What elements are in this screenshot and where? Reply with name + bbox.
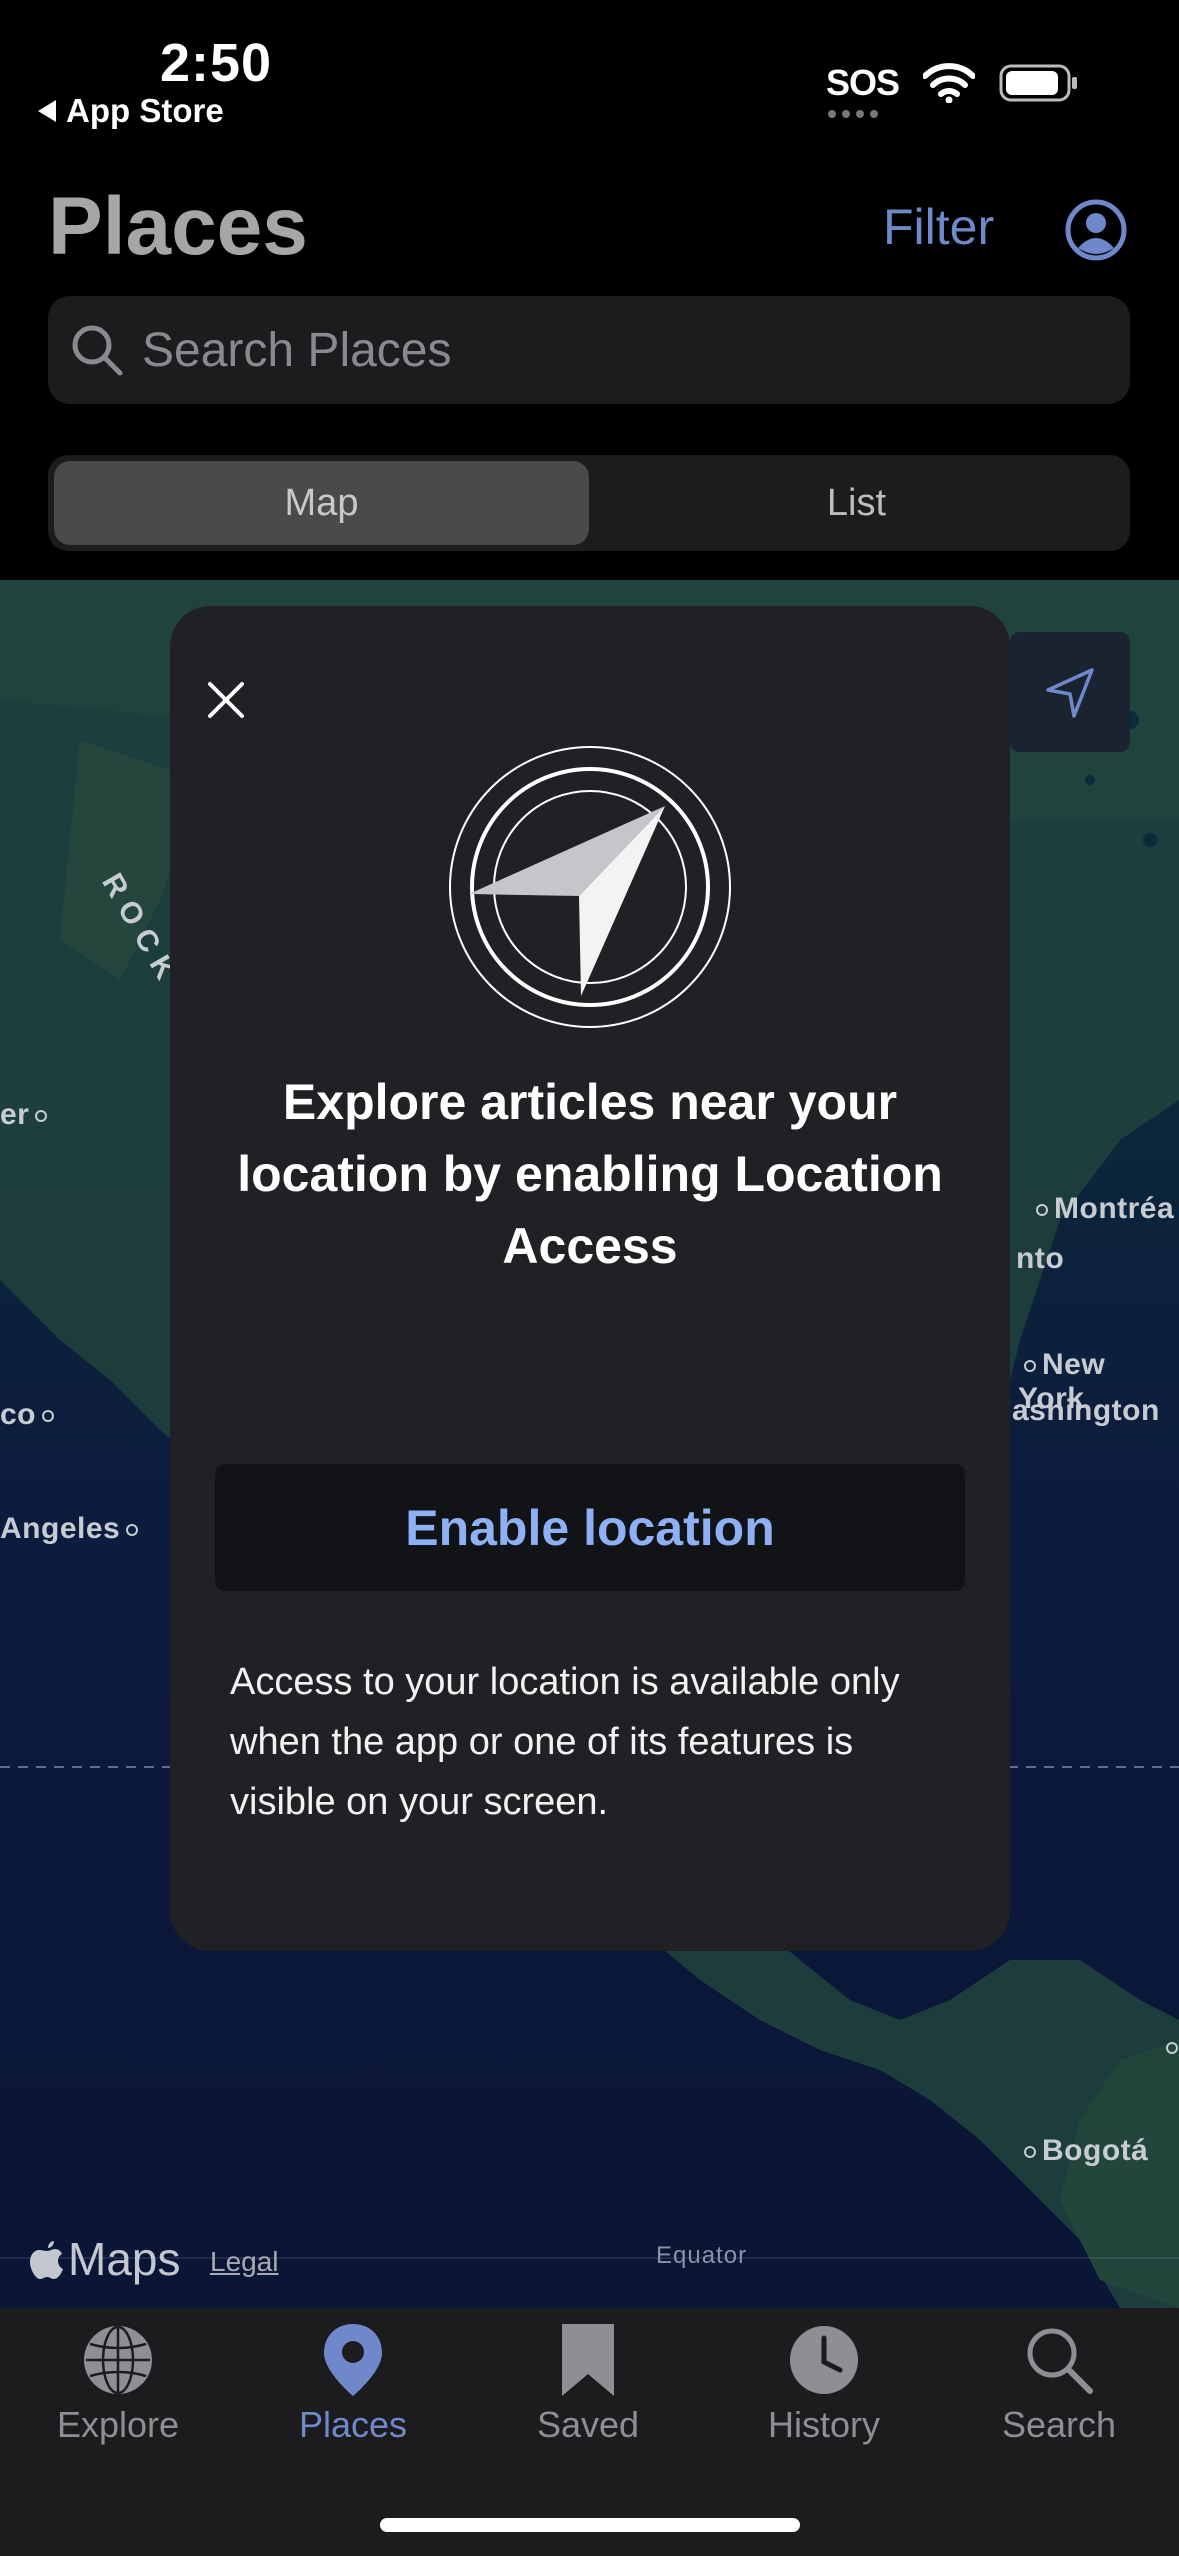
- map-list-segmented-control: Map List: [48, 455, 1130, 551]
- battery-icon: [999, 64, 1077, 102]
- wifi-icon: [923, 63, 975, 103]
- tab-history[interactable]: History: [706, 2308, 942, 2468]
- location-arrow-icon: [1046, 668, 1094, 718]
- tab-label: Saved: [536, 2404, 640, 2445]
- close-button[interactable]: [190, 664, 262, 736]
- apple-logo-icon: [30, 2241, 63, 2279]
- tab-explore[interactable]: Explore: [0, 2308, 236, 2468]
- segment-map[interactable]: Map: [54, 461, 589, 545]
- tab-places[interactable]: Places: [235, 2308, 471, 2468]
- map-label-edge-dot: [1160, 2030, 1179, 2064]
- search-icon: [72, 325, 123, 376]
- bookmark-icon: [562, 2324, 614, 2396]
- sos-label: SOS: [825, 62, 900, 103]
- map-label-washington: ashington: [1012, 1394, 1160, 1427]
- map-label-equator: Equator: [656, 2242, 748, 2269]
- modal-note: Access to your location is available onl…: [230, 1661, 900, 1823]
- maps-label: Maps: [68, 2233, 181, 2285]
- magnifier-icon: [1027, 2328, 1093, 2394]
- locate-me-button[interactable]: [1010, 632, 1130, 752]
- signal-dots-icon: [827, 110, 878, 118]
- map-label-toronto: nto: [1016, 1242, 1065, 1275]
- profile-button[interactable]: [1064, 198, 1128, 262]
- map-label-mexico: co: [0, 1398, 60, 1432]
- back-label: App Store: [66, 92, 224, 129]
- sos-indicator: SOS: [825, 62, 900, 118]
- status-indicators: SOS: [825, 62, 1079, 118]
- map-label-montreal: Montréa: [1030, 1192, 1174, 1226]
- tab-label: Explore: [56, 2404, 180, 2445]
- map-label-bogota: Bogotá: [1018, 2134, 1148, 2168]
- back-arrow-icon: [38, 100, 56, 122]
- location-permission-modal: Explore articles near your location by e…: [170, 606, 1010, 1951]
- map-label-los-angeles: Angeles: [0, 1512, 144, 1546]
- account-icon: [1065, 199, 1127, 261]
- filter-button[interactable]: Filter: [883, 198, 994, 256]
- close-icon: [208, 682, 244, 718]
- compass-icon: [449, 746, 731, 1028]
- map-label-west: er: [0, 1098, 53, 1132]
- status-time: 2:50: [160, 33, 273, 93]
- tab-search[interactable]: Search: [941, 2308, 1177, 2468]
- back-to-app-store[interactable]: App Store: [38, 92, 224, 130]
- page-title: Places: [48, 181, 308, 272]
- tab-label: Places: [298, 2404, 408, 2445]
- tab-label: History: [767, 2404, 880, 2445]
- enable-location-button[interactable]: Enable location: [215, 1464, 965, 1591]
- home-indicator[interactable]: [380, 2518, 800, 2532]
- legal-link[interactable]: Legal: [210, 2246, 279, 2278]
- apple-maps-attribution: Maps: [30, 2232, 180, 2286]
- search-input[interactable]: [142, 322, 1042, 378]
- globe-icon: [84, 2325, 152, 2395]
- clock-icon: [790, 2326, 858, 2394]
- tab-label: Search: [1001, 2404, 1117, 2445]
- modal-title: Explore articles near your location by e…: [237, 1074, 943, 1274]
- screen: 2:50 App Store SOS Places Filter Search …: [0, 0, 1179, 2556]
- map-pin-icon: [324, 2324, 382, 2396]
- search-bar[interactable]: [48, 296, 1130, 404]
- segment-list[interactable]: List: [589, 461, 1124, 545]
- tab-saved[interactable]: Saved: [470, 2308, 706, 2468]
